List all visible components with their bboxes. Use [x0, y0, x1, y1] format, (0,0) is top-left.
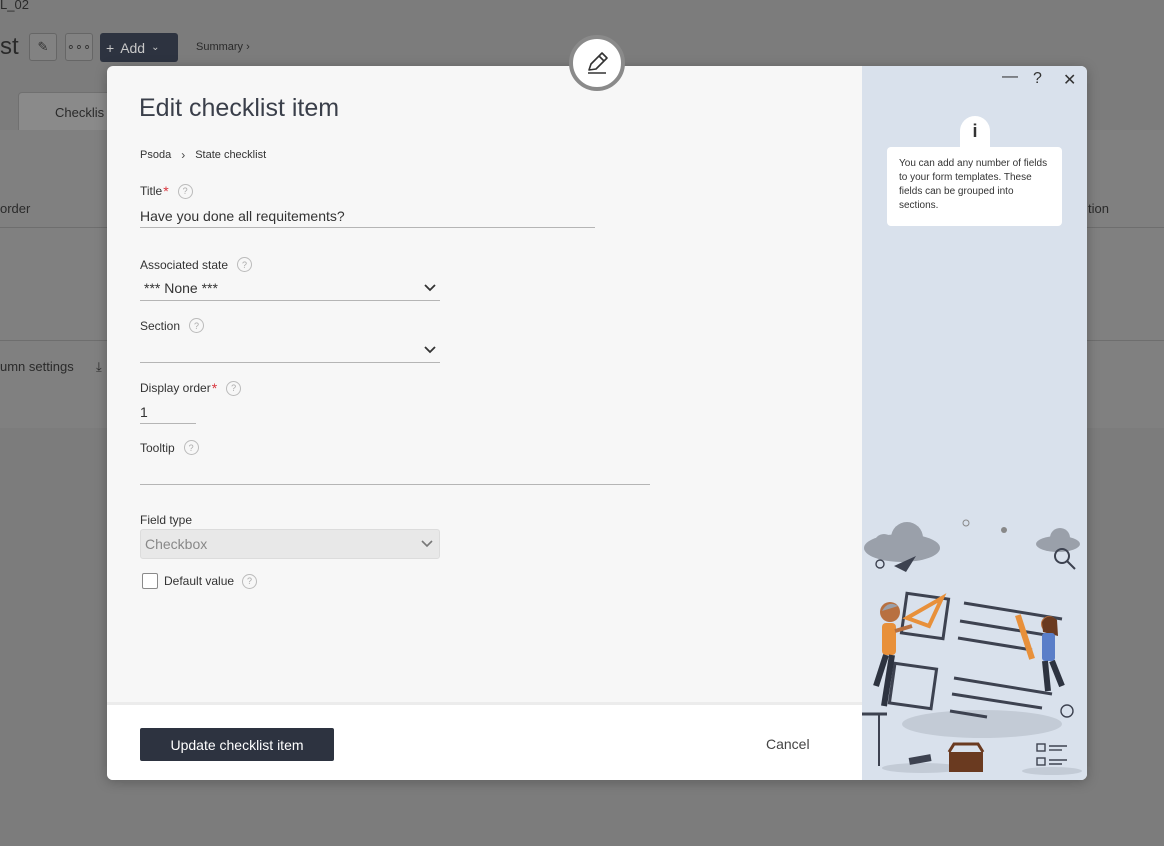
title-input[interactable] [140, 204, 595, 228]
field-type-select: Checkbox [140, 529, 440, 559]
associated-state-value: *** None *** [144, 279, 218, 296]
pencil-icon [588, 52, 608, 74]
cancel-button[interactable]: Cancel [766, 736, 810, 752]
title-label-text: Title [140, 184, 163, 198]
column-header-order: order [0, 201, 31, 216]
form-builder-illustration [862, 519, 1082, 775]
page-code: L_02 [0, 0, 29, 12]
help-icon[interactable]: ? [242, 573, 258, 589]
add-label: Add [120, 39, 146, 56]
section-select[interactable] [140, 337, 440, 363]
tab-checklist-label: Checklis [55, 105, 105, 120]
update-checklist-item-button[interactable]: Update checklist item [140, 728, 334, 761]
breadcrumb-item-state-checklist[interactable]: State checklist [195, 149, 266, 161]
section-label: Section ? [140, 318, 205, 333]
column-header-action: tion [1088, 201, 1109, 216]
breadcrumb-item-psoda[interactable]: Psoda [140, 149, 171, 161]
help-icon[interactable]: ? [237, 257, 253, 272]
title-field-label: Title * ? [140, 183, 193, 199]
default-value-checkbox[interactable] [142, 573, 158, 589]
more-icon: ∘∘∘ [66, 39, 92, 54]
edit-checklist-item-dialog: Edit checklist item Psoda › State checkl… [107, 66, 1087, 780]
tab-checklist[interactable]: Checklis [18, 92, 118, 130]
help-icon[interactable]: ? [226, 380, 242, 396]
help-icon[interactable]: ? [183, 440, 199, 455]
field-type-value: Checkbox [145, 536, 208, 552]
download-icon[interactable]: ⤓ [96, 359, 102, 375]
chevron-down-icon [424, 343, 436, 357]
chevron-right-icon: › [181, 148, 186, 162]
tooltip-label-text: Tooltip [140, 440, 175, 455]
dialog-title: Edit checklist item [139, 94, 340, 122]
chevron-down-icon [424, 281, 436, 295]
display-order-input[interactable] [140, 400, 196, 424]
display-order-label: Display order * ? [140, 380, 242, 396]
field-type-label-text: Field type [140, 513, 193, 527]
tooltip-input[interactable] [140, 461, 650, 485]
help-icon[interactable]: ? [177, 183, 193, 199]
default-value-row: Default value ? [142, 573, 258, 589]
required-marker: * [211, 380, 218, 396]
default-value-label: Default value [164, 574, 235, 588]
help-icon[interactable]: ? [189, 318, 205, 333]
associated-state-select[interactable]: *** None *** [140, 275, 440, 301]
chevron-down-icon: ⌄ [151, 42, 160, 53]
field-type-label: Field type [140, 513, 192, 527]
edit-pencil-badge [569, 35, 625, 91]
chevron-down-icon [421, 537, 433, 551]
dialog-form-panel: Edit checklist item Psoda › State checkl… [107, 66, 862, 780]
display-order-label-text: Display order [140, 381, 211, 395]
associated-state-label: Associated state ? [140, 257, 253, 272]
more-options-button[interactable]: ∘∘∘ [65, 33, 93, 61]
associated-state-label-text: Associated state [140, 257, 229, 272]
page-title: st [0, 33, 19, 60]
required-marker: * [163, 183, 169, 199]
pencil-icon: ✎ [37, 39, 49, 54]
plus-icon: + [106, 39, 115, 56]
edit-page-button[interactable]: ✎ [29, 33, 57, 61]
dialog-footer: Update checklist item Cancel [107, 702, 862, 780]
info-side-panel: — ? ✕ i You can add any number of fields… [862, 66, 1087, 780]
breadcrumb: Psoda › State checklist [140, 148, 266, 162]
section-label-text: Section [140, 318, 181, 333]
summary-link[interactable]: Summary › [196, 41, 250, 53]
add-button[interactable]: + Add ⌄ [100, 33, 178, 62]
tooltip-label: Tooltip ? [140, 440, 199, 455]
column-settings-link[interactable]: umn settings [0, 359, 74, 374]
